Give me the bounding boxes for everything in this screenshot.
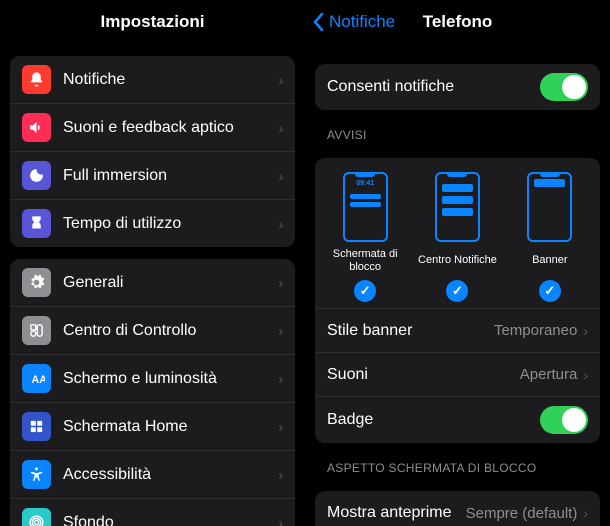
alert-notification-center[interactable]: Centro Notifiche ✓ xyxy=(417,172,497,302)
banner-style-value: Temporaneo xyxy=(494,322,577,339)
banner-mock xyxy=(527,172,572,242)
control-center-icon xyxy=(22,316,51,345)
check-icon: ✓ xyxy=(354,280,376,302)
previews-label: Mostra anteprime xyxy=(327,504,466,522)
row-label: Centro di Controllo xyxy=(63,322,272,340)
chevron-right-icon: › xyxy=(278,275,283,291)
row-notifiche[interactable]: Notifiche › xyxy=(10,56,295,103)
row-consenti-notifiche[interactable]: Consenti notifiche xyxy=(315,64,600,110)
row-suoni-notif[interactable]: Suoni Apertura › xyxy=(315,352,600,396)
alert-lock-screen[interactable]: 09:41 Schermata di blocco ✓ xyxy=(325,172,405,302)
chevron-right-icon: › xyxy=(278,467,283,483)
chevron-right-icon: › xyxy=(278,216,283,232)
row-tempo-utilizzo[interactable]: Tempo di utilizzo › xyxy=(10,199,295,247)
back-button[interactable]: Notifiche xyxy=(313,12,395,32)
chevron-right-icon: › xyxy=(278,323,283,339)
row-suoni[interactable]: Suoni e feedback aptico › xyxy=(10,103,295,151)
display-brightness-icon: AA xyxy=(22,364,51,393)
svg-text:AA: AA xyxy=(32,374,45,386)
chevron-right-icon: › xyxy=(278,419,283,435)
settings-group-1: Notifiche › Suoni e feedback aptico › Fu… xyxy=(10,56,295,247)
sounds-value: Apertura xyxy=(520,366,578,383)
allow-toggle[interactable] xyxy=(540,73,588,101)
allow-label: Consenti notifiche xyxy=(327,78,540,96)
sounds-icon xyxy=(22,113,51,142)
lock-screen-mock: 09:41 xyxy=(343,172,388,242)
home-screen-icon xyxy=(22,412,51,441)
general-icon xyxy=(22,268,51,297)
row-mostra-anteprime[interactable]: Mostra anteprime Sempre (default) › xyxy=(315,491,600,526)
row-label: Notifiche xyxy=(63,71,272,89)
lock-section-header: ASPETTO SCHERMATA DI BLOCCO xyxy=(305,443,610,479)
alerts-section-header: AVVISI xyxy=(305,110,610,146)
alerts-row: 09:41 Schermata di blocco ✓ Centro Notif… xyxy=(315,158,600,308)
row-label: Schermo e luminosità xyxy=(63,370,272,388)
back-label: Notifiche xyxy=(329,12,395,32)
chevron-right-icon: › xyxy=(278,168,283,184)
row-full-immersion[interactable]: Full immersion › xyxy=(10,151,295,199)
detail-header: Notifiche Telefono xyxy=(305,0,610,44)
chevron-right-icon: › xyxy=(278,120,283,136)
row-stile-banner[interactable]: Stile banner Temporaneo › xyxy=(315,308,600,352)
chevron-right-icon: › xyxy=(278,515,283,526)
row-label: Tempo di utilizzo xyxy=(63,215,272,233)
check-icon: ✓ xyxy=(446,280,468,302)
chevron-right-icon: › xyxy=(278,371,283,387)
row-label: Suoni e feedback aptico xyxy=(63,119,272,137)
sounds-label: Suoni xyxy=(327,366,520,384)
focus-icon xyxy=(22,161,51,190)
row-label: Full immersion xyxy=(63,167,272,185)
check-icon: ✓ xyxy=(539,280,561,302)
alert-label: Centro Notifiche xyxy=(418,248,497,274)
row-accessibilita[interactable]: Accessibilità › xyxy=(10,450,295,498)
allow-group: Consenti notifiche xyxy=(315,64,600,110)
detail-title: Telefono xyxy=(423,12,493,32)
notification-icon xyxy=(22,65,51,94)
alert-label: Banner xyxy=(532,248,567,274)
row-centro-controllo[interactable]: Centro di Controllo › xyxy=(10,306,295,354)
row-schermo-luminosita[interactable]: AA Schermo e luminosità › xyxy=(10,354,295,402)
row-generali[interactable]: Generali › xyxy=(10,259,295,306)
badge-label: Badge xyxy=(327,411,540,429)
previews-value: Sempre (default) xyxy=(466,505,578,522)
row-label: Accessibilità xyxy=(63,466,272,484)
row-label: Schermata Home xyxy=(63,418,272,436)
lock-group: Mostra anteprime Sempre (default) › Ragg… xyxy=(315,491,600,526)
accessibility-icon xyxy=(22,460,51,489)
alerts-group: 09:41 Schermata di blocco ✓ Centro Notif… xyxy=(315,158,600,443)
chevron-right-icon: › xyxy=(583,323,588,339)
settings-pane: Impostazioni Notifiche › Suoni e feedbac… xyxy=(0,0,305,526)
screentime-icon xyxy=(22,209,51,238)
badge-toggle[interactable] xyxy=(540,406,588,434)
alert-banner[interactable]: Banner ✓ xyxy=(510,172,590,302)
settings-group-2: Generali › Centro di Controllo › AA Sche… xyxy=(10,259,295,526)
row-badge[interactable]: Badge xyxy=(315,396,600,443)
chevron-left-icon xyxy=(313,12,325,32)
row-schermata-home[interactable]: Schermata Home › xyxy=(10,402,295,450)
chevron-right-icon: › xyxy=(583,367,588,383)
chevron-right-icon: › xyxy=(583,505,588,521)
settings-header: Impostazioni xyxy=(0,0,305,44)
alert-label: Schermata di blocco xyxy=(325,248,405,274)
row-label: Generali xyxy=(63,274,272,292)
notif-center-mock xyxy=(435,172,480,242)
row-sfondo[interactable]: Sfondo › xyxy=(10,498,295,526)
row-label: Sfondo xyxy=(63,514,272,526)
wallpaper-icon xyxy=(22,508,51,526)
chevron-right-icon: › xyxy=(278,72,283,88)
notifications-detail-pane: Notifiche Telefono Consenti notifiche AV… xyxy=(305,0,610,526)
settings-title: Impostazioni xyxy=(101,12,205,32)
banner-style-label: Stile banner xyxy=(327,322,494,340)
